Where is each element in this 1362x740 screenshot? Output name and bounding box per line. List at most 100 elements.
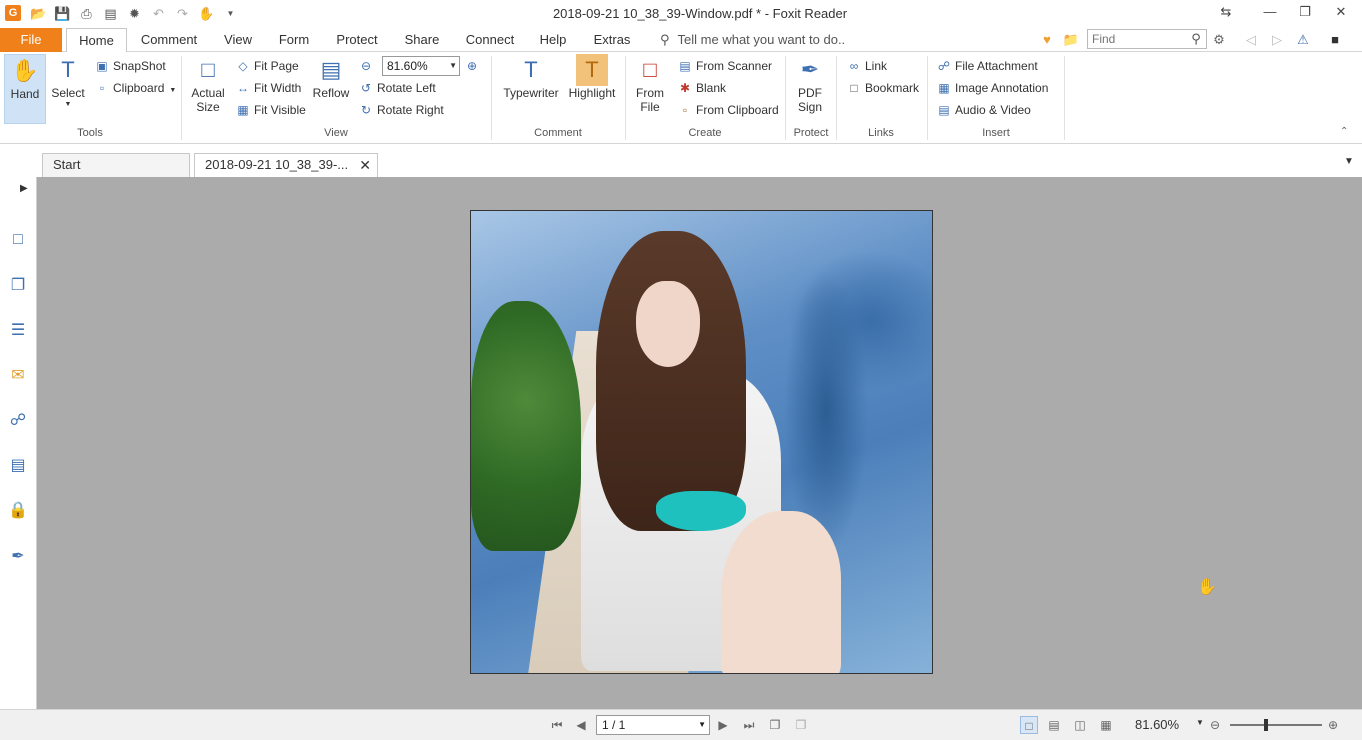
maximize-button[interactable]: ❐ [1291,2,1319,22]
tab-start[interactable]: Start [42,153,190,177]
tab-share[interactable]: Share [400,28,444,52]
select-text-icon: T [61,57,75,82]
link-button[interactable]: ∞ Link [846,56,887,76]
layers-icon[interactable]: ☰ [7,320,29,342]
page-number: 1 / 1 [602,718,626,732]
save-icon[interactable]: 💾 [54,5,71,22]
lock-icon[interactable]: 🔒 [7,500,29,522]
tab-list-dropdown-icon[interactable]: ▼ [1344,156,1354,167]
snapshot-button[interactable]: ▣ SnapShot [94,56,165,76]
page-number-select[interactable]: 1 / 1 ▼ [596,715,710,735]
expand-panel-icon[interactable]: ▶ [20,183,28,194]
fit-visible-button[interactable]: ▦ Fit Visible [235,100,305,120]
continuous-facing-icon[interactable]: ▦ [1097,716,1115,734]
image-annotation-button[interactable]: ▦ Image Annotation [936,78,1048,98]
from-file-button[interactable]: □ From File [632,54,668,114]
properties-icon[interactable]: ▤ [102,5,119,22]
collapse-ribbon-icon[interactable]: ⌃ [1340,126,1348,137]
clipboard-button[interactable]: ▫ Clipboard ▼ [94,78,176,98]
open-icon[interactable]: 📂 [30,5,47,22]
next-view-icon[interactable]: ❐ [792,716,810,734]
folder-search-icon[interactable]: 📁 [1062,31,1080,49]
zoom-level-dropdown-icon[interactable]: ▼ [1196,718,1204,727]
file-label: File [640,100,660,114]
notification-bell-icon[interactable]: ⚠ [1294,31,1312,49]
tell-me-text: Tell me what you want to do.. [677,32,846,47]
user-account-icon[interactable]: ■ [1326,31,1344,49]
comments-icon[interactable]: ✉ [7,365,29,387]
tab-help[interactable]: Help [536,28,570,52]
certify-icon[interactable]: ✒ [7,546,29,568]
tab-extras[interactable]: Extras [590,28,634,52]
minimize-button[interactable]: — [1256,2,1284,22]
search-icon[interactable]: ⚲ [1188,31,1204,47]
document-viewer[interactable]: ✋ [37,177,1362,709]
typewriter-button[interactable]: T Typewriter [499,54,563,100]
single-page-icon[interactable]: □ [1020,716,1038,734]
file-attachment-button[interactable]: ☍ File Attachment [936,56,1038,76]
previous-page-icon[interactable]: ◀ [572,716,590,734]
tab-home[interactable]: Home [66,28,127,53]
restore-ribbon-icon[interactable]: ⇆ [1212,2,1240,22]
tell-me-search[interactable]: ⚲ Tell me what you want to do.. [660,28,845,52]
file-menu[interactable]: File [0,28,62,52]
favorite-icon[interactable]: ♥ [1038,31,1056,49]
rotate-left-button[interactable]: ↺ Rotate Left [358,78,436,98]
tab-connect[interactable]: Connect [462,28,518,52]
continuous-page-icon[interactable]: ▤ [1045,716,1063,734]
settings-icon[interactable]: ⚙ [1210,31,1228,49]
insert-group-label: Insert [982,127,1010,139]
facing-page-icon[interactable]: ◫ [1071,716,1089,734]
zoom-in-icon: ⊕ [466,59,478,73]
link-label: Link [865,59,888,73]
clipboard-label: Clipboard [113,81,165,95]
print-icon[interactable]: ⎙ [78,5,95,22]
first-page-icon[interactable]: ⏮ [548,716,566,734]
last-page-icon[interactable]: ⏭ [740,716,758,734]
rotate-right-button[interactable]: ↻ Rotate Right [358,100,444,120]
fit-width-button[interactable]: ↔ Fit Width [235,78,301,98]
prev-icon[interactable]: ◁ [1242,31,1260,49]
bookmark-button[interactable]: □ Bookmark [846,78,919,98]
hand-button[interactable]: ✋ Hand [4,54,46,124]
reflow-button[interactable]: ▤ Reflow [311,54,351,100]
audio-video-button[interactable]: ▤ Audio & Video [936,100,1031,120]
highlight-button[interactable]: T Highlight [566,54,618,100]
tab-protect[interactable]: Protect [330,28,384,52]
zoom-out-button[interactable]: ⊖ [358,56,377,76]
bookmark-label: Bookmark [865,81,920,95]
pages-thumbnail-icon[interactable]: ❐ [7,275,29,297]
hand-tool-icon[interactable]: ✋ [198,5,215,22]
zoom-slider[interactable] [1230,719,1322,731]
zoom-in-button[interactable]: ⊕ [464,56,483,76]
next-icon[interactable]: ▷ [1268,31,1286,49]
customize-dropdown-icon[interactable]: ▼ [222,5,239,22]
status-bar: ⏮ ◀ 1 / 1 ▼ ▶ ⏭ ❐ ❐ □ ▤ ◫ ▦ 81.60% ▼ ⊖ ⊕ [0,709,1362,740]
close-button[interactable]: ✕ [1327,2,1355,22]
new-icon[interactable]: ✹ [126,5,143,22]
tab-view[interactable]: View [218,28,258,52]
zoom-in-status-icon[interactable]: ⊕ [1324,716,1342,734]
foxit-logo-icon[interactable]: G [5,5,21,21]
zoom-select[interactable]: 81.60% ▼ [382,56,460,76]
next-page-icon[interactable]: ▶ [714,716,732,734]
blank-button[interactable]: ✱ Blank [677,78,726,98]
tab-document[interactable]: 2018-09-21 10_38_39-... ✕ [194,153,378,177]
tab-comment[interactable]: Comment [136,28,202,52]
pdf-sign-button[interactable]: ✒ PDF Sign [792,54,828,114]
from-clipboard-button[interactable]: ▫ From Clipboard [677,100,779,120]
signature-icon[interactable]: ▤ [7,455,29,477]
close-tab-icon[interactable]: ✕ [359,154,371,176]
page-icon[interactable]: □ [7,229,29,251]
redo-icon[interactable]: ↷ [174,5,191,22]
tab-form[interactable]: Form [274,28,314,52]
attachment-icon[interactable]: ☍ [7,410,29,432]
previous-view-icon[interactable]: ❐ [766,716,784,734]
zoom-out-status-icon[interactable]: ⊖ [1206,716,1224,734]
zoom-slider-thumb[interactable] [1263,719,1268,731]
select-button[interactable]: T Select ▼ [48,54,88,110]
undo-icon[interactable]: ↶ [150,5,167,22]
actual-size-button[interactable]: □ Actual Size [188,54,228,114]
fit-page-button[interactable]: ◇ Fit Page [235,56,298,76]
from-scanner-button[interactable]: ▤ From Scanner [677,56,772,76]
